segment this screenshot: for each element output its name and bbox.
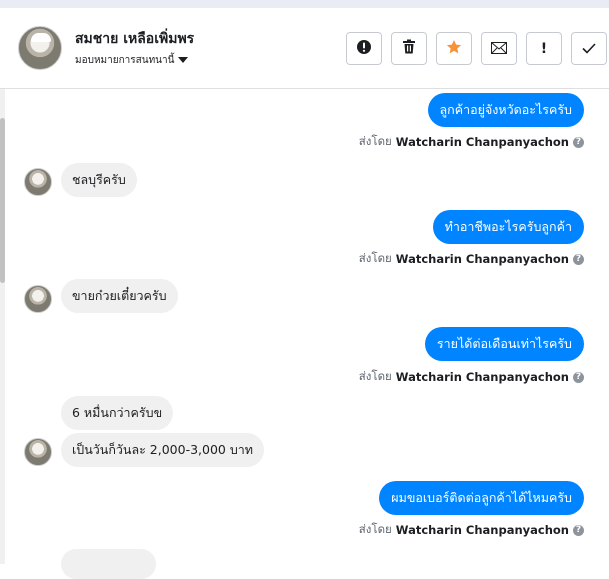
- trash-icon: [402, 39, 416, 58]
- mark-spam-button[interactable]: [346, 32, 382, 65]
- delete-button[interactable]: [391, 32, 427, 65]
- envelope-icon: [491, 39, 507, 58]
- sender-avatar[interactable]: [24, 168, 52, 196]
- contact-name[interactable]: สมชาย เหลือเพิ่มพร: [75, 28, 194, 50]
- top-strip: [0, 0, 609, 8]
- exclamation-circle-icon: [356, 39, 372, 59]
- caret-down-icon: [178, 57, 189, 63]
- sender-avatar[interactable]: [24, 438, 52, 466]
- incoming-message[interactable]: ชลบุรีครับ: [61, 163, 137, 197]
- check-icon: [582, 39, 596, 58]
- star-button[interactable]: [436, 32, 472, 65]
- sent-by-line: ส่งโดย Watcharin Chanpanyachon ?: [359, 133, 584, 151]
- sent-by-line: ส่งโดย Watcharin Chanpanyachon ?: [359, 368, 584, 386]
- star-icon: [446, 39, 462, 59]
- sent-by-line: ส่งโดย Watcharin Chanpanyachon ?: [359, 250, 584, 268]
- info-icon[interactable]: ?: [573, 524, 584, 536]
- sent-by-label: ส่งโดย: [358, 134, 392, 148]
- outgoing-message[interactable]: ลูกค้าอยู่จังหวัดอะไรครับ: [427, 93, 584, 127]
- sent-by-label: ส่งโดย: [358, 369, 392, 383]
- contact-avatar[interactable]: [18, 26, 62, 70]
- sender-name: Watcharin Chanpanyachon: [395, 523, 569, 537]
- sender-avatar[interactable]: [24, 285, 52, 313]
- sent-by-label: ส่งโดย: [358, 251, 392, 265]
- message-thread: ลูกค้าอยู่จังหวัดอะไรครับ ส่งโดย Watchar…: [0, 89, 609, 579]
- conversation-header: สมชาย เหลือเพิ่มพร มอบหมายการสนทนานี้ !: [0, 8, 609, 89]
- mark-done-button[interactable]: [571, 32, 607, 65]
- email-button[interactable]: [481, 32, 517, 65]
- info-icon[interactable]: ?: [573, 136, 584, 148]
- incoming-message[interactable]: ขายก๋วยเตี๋ยวครับ: [61, 279, 178, 313]
- sent-by-line: ส่งโดย Watcharin Chanpanyachon ?: [359, 521, 584, 539]
- info-icon[interactable]: ?: [573, 253, 584, 265]
- assign-conversation-dropdown[interactable]: มอบหมายการสนทนานี้: [75, 53, 189, 68]
- mark-important-button[interactable]: !: [526, 32, 562, 65]
- incoming-message[interactable]: เป็นวันก็วันละ 2,000-3,000 บาท: [61, 433, 265, 467]
- incoming-message-partial[interactable]: [61, 549, 156, 579]
- incoming-message[interactable]: 6 หมื่นกว่าครับข: [61, 396, 174, 430]
- sender-name: Watcharin Chanpanyachon: [395, 135, 569, 149]
- sender-name: Watcharin Chanpanyachon: [395, 252, 569, 266]
- sent-by-label: ส่งโดย: [358, 522, 392, 536]
- exclamation-icon: !: [540, 40, 548, 57]
- assign-label: มอบหมายการสนทนานี้: [75, 55, 175, 66]
- sender-name: Watcharin Chanpanyachon: [395, 370, 569, 384]
- action-toolbar: !: [346, 32, 607, 65]
- outgoing-message[interactable]: รายได้ต่อเดือนเท่าไรครับ: [424, 327, 584, 361]
- outgoing-message[interactable]: ทำอาชีพอะไรครับลูกค้า: [432, 210, 584, 244]
- info-icon[interactable]: ?: [573, 371, 584, 383]
- outgoing-message[interactable]: ผมขอเบอร์ติดต่อลูกค้าได้ไหมครับ: [379, 481, 584, 515]
